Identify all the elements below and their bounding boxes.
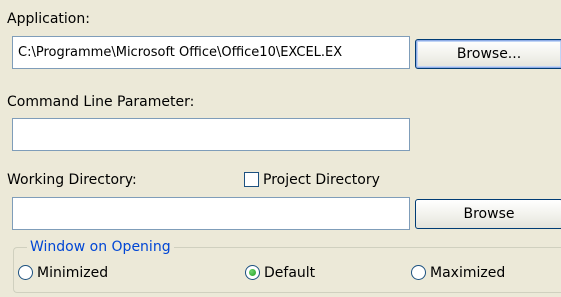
radio-default[interactable]: [245, 265, 260, 280]
project-directory-checkbox[interactable]: [244, 172, 259, 187]
working-directory-label: Working Directory:: [7, 172, 137, 188]
application-label: Application:: [7, 11, 90, 27]
radio-maximized[interactable]: [411, 265, 426, 280]
application-path-field[interactable]: C:\Programme\Microsoft Office\Office10\E…: [12, 36, 410, 69]
command-line-field[interactable]: [12, 118, 410, 151]
project-directory-label: Project Directory: [263, 172, 380, 188]
radio-minimized-label: Minimized: [37, 265, 109, 281]
radio-selected-dot-icon: [249, 269, 256, 276]
window-on-opening-legend: Window on Opening: [27, 239, 174, 255]
application-settings-panel: Application: C:\Programme\Microsoft Offi…: [0, 0, 561, 297]
command-line-label: Command Line Parameter:: [7, 94, 195, 110]
radio-default-label: Default: [264, 265, 316, 281]
working-directory-field[interactable]: [12, 197, 410, 230]
working-directory-browse-button[interactable]: Browse: [415, 199, 561, 229]
application-browse-button[interactable]: Browse...: [415, 39, 561, 69]
radio-minimized[interactable]: [18, 265, 33, 280]
radio-maximized-label: Maximized: [430, 265, 506, 281]
